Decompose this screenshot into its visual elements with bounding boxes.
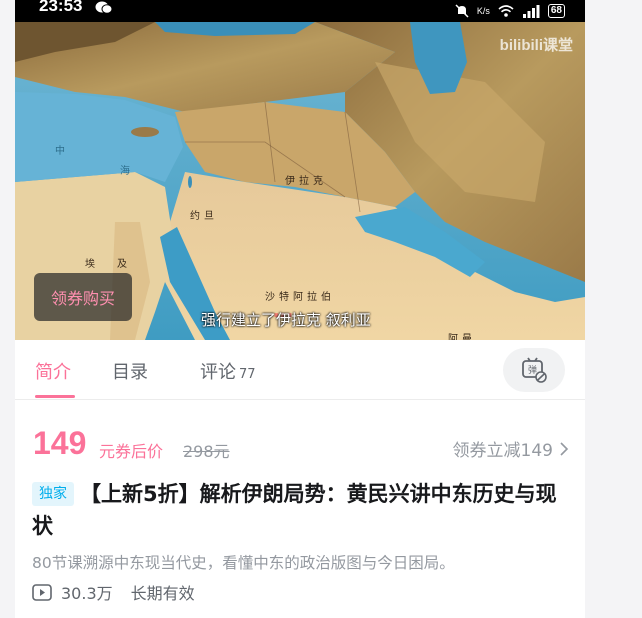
tab-bar: 简介 目录 评论 77 弹 xyxy=(15,340,585,400)
wifi-icon xyxy=(498,4,514,17)
status-bar: 23:53 K/s 68 xyxy=(15,0,585,22)
tab-comments-label: 评论 xyxy=(200,362,236,383)
original-price: 298元 xyxy=(183,442,230,461)
course-description: 80节课溯源中东现当代史，看懂中东的政治版图与今日困局。 xyxy=(32,554,455,572)
status-time: 23:53 xyxy=(39,0,83,15)
tab-intro[interactable]: 简介 xyxy=(35,358,71,384)
net-speed-unit: K/s xyxy=(476,5,490,16)
map-label-jordan: 约旦 xyxy=(190,211,218,222)
page-background-left xyxy=(0,0,15,618)
price-suffix: 元券后价 xyxy=(99,442,164,461)
course-meta: 30.3万 长期有效 xyxy=(32,581,195,603)
price-row: 149 元券后价 298元 领券立减149 xyxy=(33,425,573,465)
play-count: 30.3万 xyxy=(61,584,113,603)
map-label-egypt: 埃及 xyxy=(85,259,149,270)
play-count-icon xyxy=(32,583,52,601)
active-tab-indicator xyxy=(35,395,75,398)
validity-period: 长期有效 xyxy=(130,584,195,603)
course-title: 独家 【上新5折】解析伊朗局势：黄民兴讲中东历史与现状 xyxy=(32,478,572,542)
map-label-sea-1: 中 xyxy=(55,146,69,157)
danmaku-off-icon: 弹 xyxy=(522,357,547,383)
video-player[interactable]: 中 海 伊拉克 埃及 沙特阿拉伯 约旦 阿曼 bilibili课堂 … 领券购买… xyxy=(15,22,585,340)
claim-coupon-link[interactable]: 领券立减149 xyxy=(453,436,569,461)
danmaku-toggle-button[interactable]: 弹 xyxy=(503,348,565,392)
claim-coupon-label: 领券立减149 xyxy=(452,441,553,461)
bilibili-watermark: bilibili课堂 xyxy=(499,37,573,54)
page-background-right xyxy=(585,0,642,618)
app-screen: 23:53 K/s 68 中 海 伊拉克 埃及 沙特阿拉伯 约旦 阿曼 bili… xyxy=(15,0,585,618)
coupon-price: 149 xyxy=(33,425,87,461)
exclusive-tag: 独家 xyxy=(32,482,74,506)
signal-icon xyxy=(522,4,540,18)
tab-catalog[interactable]: 目录 xyxy=(112,358,148,384)
course-title-text: 【上新5折】解析伊朗局势：黄民兴讲中东历史与现状 xyxy=(32,482,557,538)
coupon-purchase-button[interactable]: 领券购买 xyxy=(34,273,132,321)
map-label-iraq: 伊拉克 xyxy=(285,176,327,187)
video-subtitle: 强行建立了伊拉克 叙利亚 xyxy=(201,311,371,329)
mute-bell-icon xyxy=(455,4,469,18)
map-label-sea-2: 海 xyxy=(120,166,134,177)
wechat-icon xyxy=(95,1,113,14)
tab-comments[interactable]: 评论 77 xyxy=(200,358,256,384)
chevron-right-icon xyxy=(560,441,569,456)
svg-text:弹: 弹 xyxy=(528,364,537,376)
comments-count: 77 xyxy=(239,367,256,382)
status-icons: K/s 68 xyxy=(455,0,565,22)
map-label-oman: 阿曼 xyxy=(448,334,476,340)
battery-indicator: 68 xyxy=(547,4,565,18)
